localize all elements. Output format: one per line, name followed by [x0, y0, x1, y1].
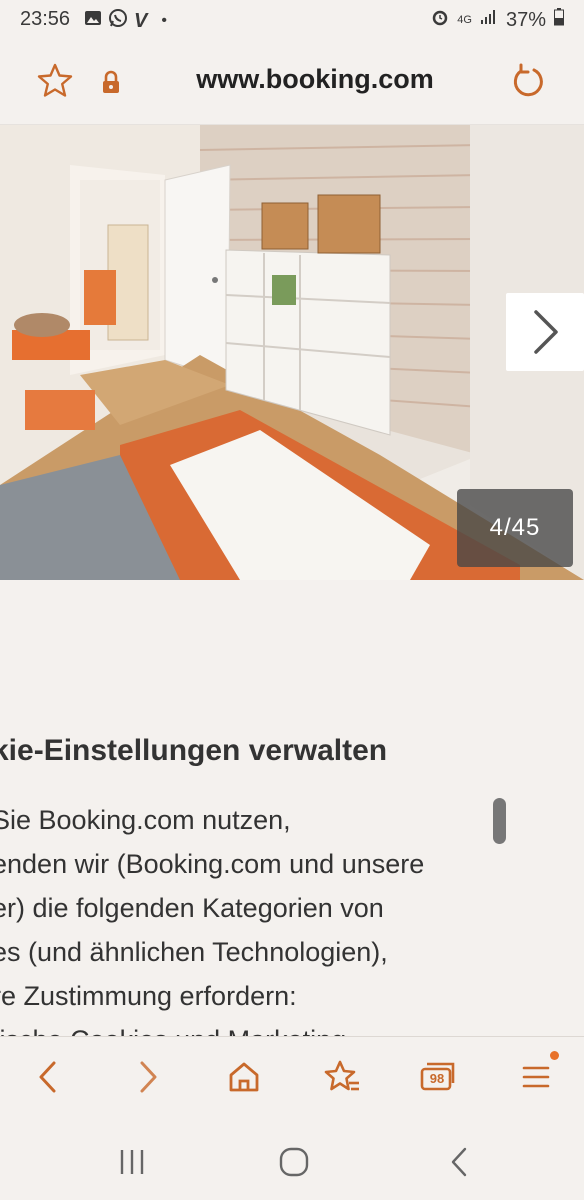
- battery-icon: [554, 8, 564, 32]
- gallery-icon: [84, 9, 102, 33]
- system-icons: 4G 37%: [431, 8, 564, 32]
- url-text[interactable]: www.booking.com: [150, 64, 480, 95]
- menu-button[interactable]: [514, 1055, 558, 1099]
- chevron-right-icon: [534, 310, 558, 354]
- scrollbar-thumb[interactable]: [493, 798, 506, 844]
- bookmarks-button[interactable]: [320, 1055, 364, 1099]
- signal-icon: [480, 8, 498, 32]
- cookie-notice: kie-Einstellungen verwalten Sie Booking.…: [0, 588, 584, 1036]
- alarm-icon: [431, 8, 449, 32]
- cookie-text-line: re Zustimmung erfordern:: [0, 981, 297, 1011]
- photo-counter: 4/45: [457, 489, 573, 567]
- status-bar: 23:56 V • 4G 37%: [0, 0, 584, 40]
- home-nav-button[interactable]: [274, 1142, 314, 1182]
- system-navigation-bar: [0, 1118, 584, 1200]
- recent-apps-icon: [120, 1150, 144, 1174]
- recent-apps-button[interactable]: [112, 1142, 152, 1182]
- chevron-right-icon: [140, 1061, 157, 1093]
- bookmark-star-icon[interactable]: [36, 62, 74, 100]
- reload-icon[interactable]: [508, 62, 548, 102]
- whatsapp-icon: [108, 8, 128, 34]
- dot-icon: •: [161, 12, 167, 29]
- clock: 23:56: [20, 8, 71, 30]
- cookie-text-line: er) die folgenden Kategorien von: [0, 893, 384, 923]
- chevron-left-icon: [39, 1061, 56, 1093]
- cookie-heading: kie-Einstellungen verwalten: [0, 734, 388, 767]
- home-icon: [229, 1062, 259, 1092]
- bookmarks-star-icon: [324, 1060, 359, 1091]
- cookie-text-line: enden wir (Booking.com und unsere: [0, 849, 425, 879]
- cookie-text: Sie Booking.com nutzen, enden wir (Booki…: [0, 798, 502, 1036]
- network-label: 4G: [457, 14, 472, 26]
- back-arrow-icon: [451, 1147, 467, 1177]
- cookie-text-line: es (und ähnlichen Technologien),: [0, 937, 388, 967]
- lock-icon[interactable]: [100, 70, 122, 94]
- forward-button[interactable]: [126, 1055, 170, 1099]
- v-icon: V: [134, 9, 148, 32]
- browser-toolbar: 98: [0, 1036, 584, 1119]
- tabs-button[interactable]: 98: [415, 1055, 459, 1099]
- back-button[interactable]: [26, 1055, 70, 1099]
- home-circle-icon: [279, 1147, 309, 1177]
- back-nav-button[interactable]: [440, 1142, 480, 1182]
- cookie-text-line: tische Cookies und Marketing: [0, 1018, 502, 1036]
- notification-icons: V •: [84, 8, 167, 34]
- hamburger-menu-icon: [522, 1066, 550, 1088]
- room-photo[interactable]: 4/45: [0, 125, 584, 580]
- address-bar: www.booking.com: [0, 40, 584, 125]
- home-button[interactable]: [222, 1055, 266, 1099]
- notification-dot: [550, 1051, 559, 1060]
- tabs-count: 98: [429, 1071, 445, 1086]
- cookie-text-line: Sie Booking.com nutzen,: [0, 805, 291, 835]
- next-photo-button[interactable]: [506, 293, 584, 371]
- battery-text: 37%: [505, 8, 546, 31]
